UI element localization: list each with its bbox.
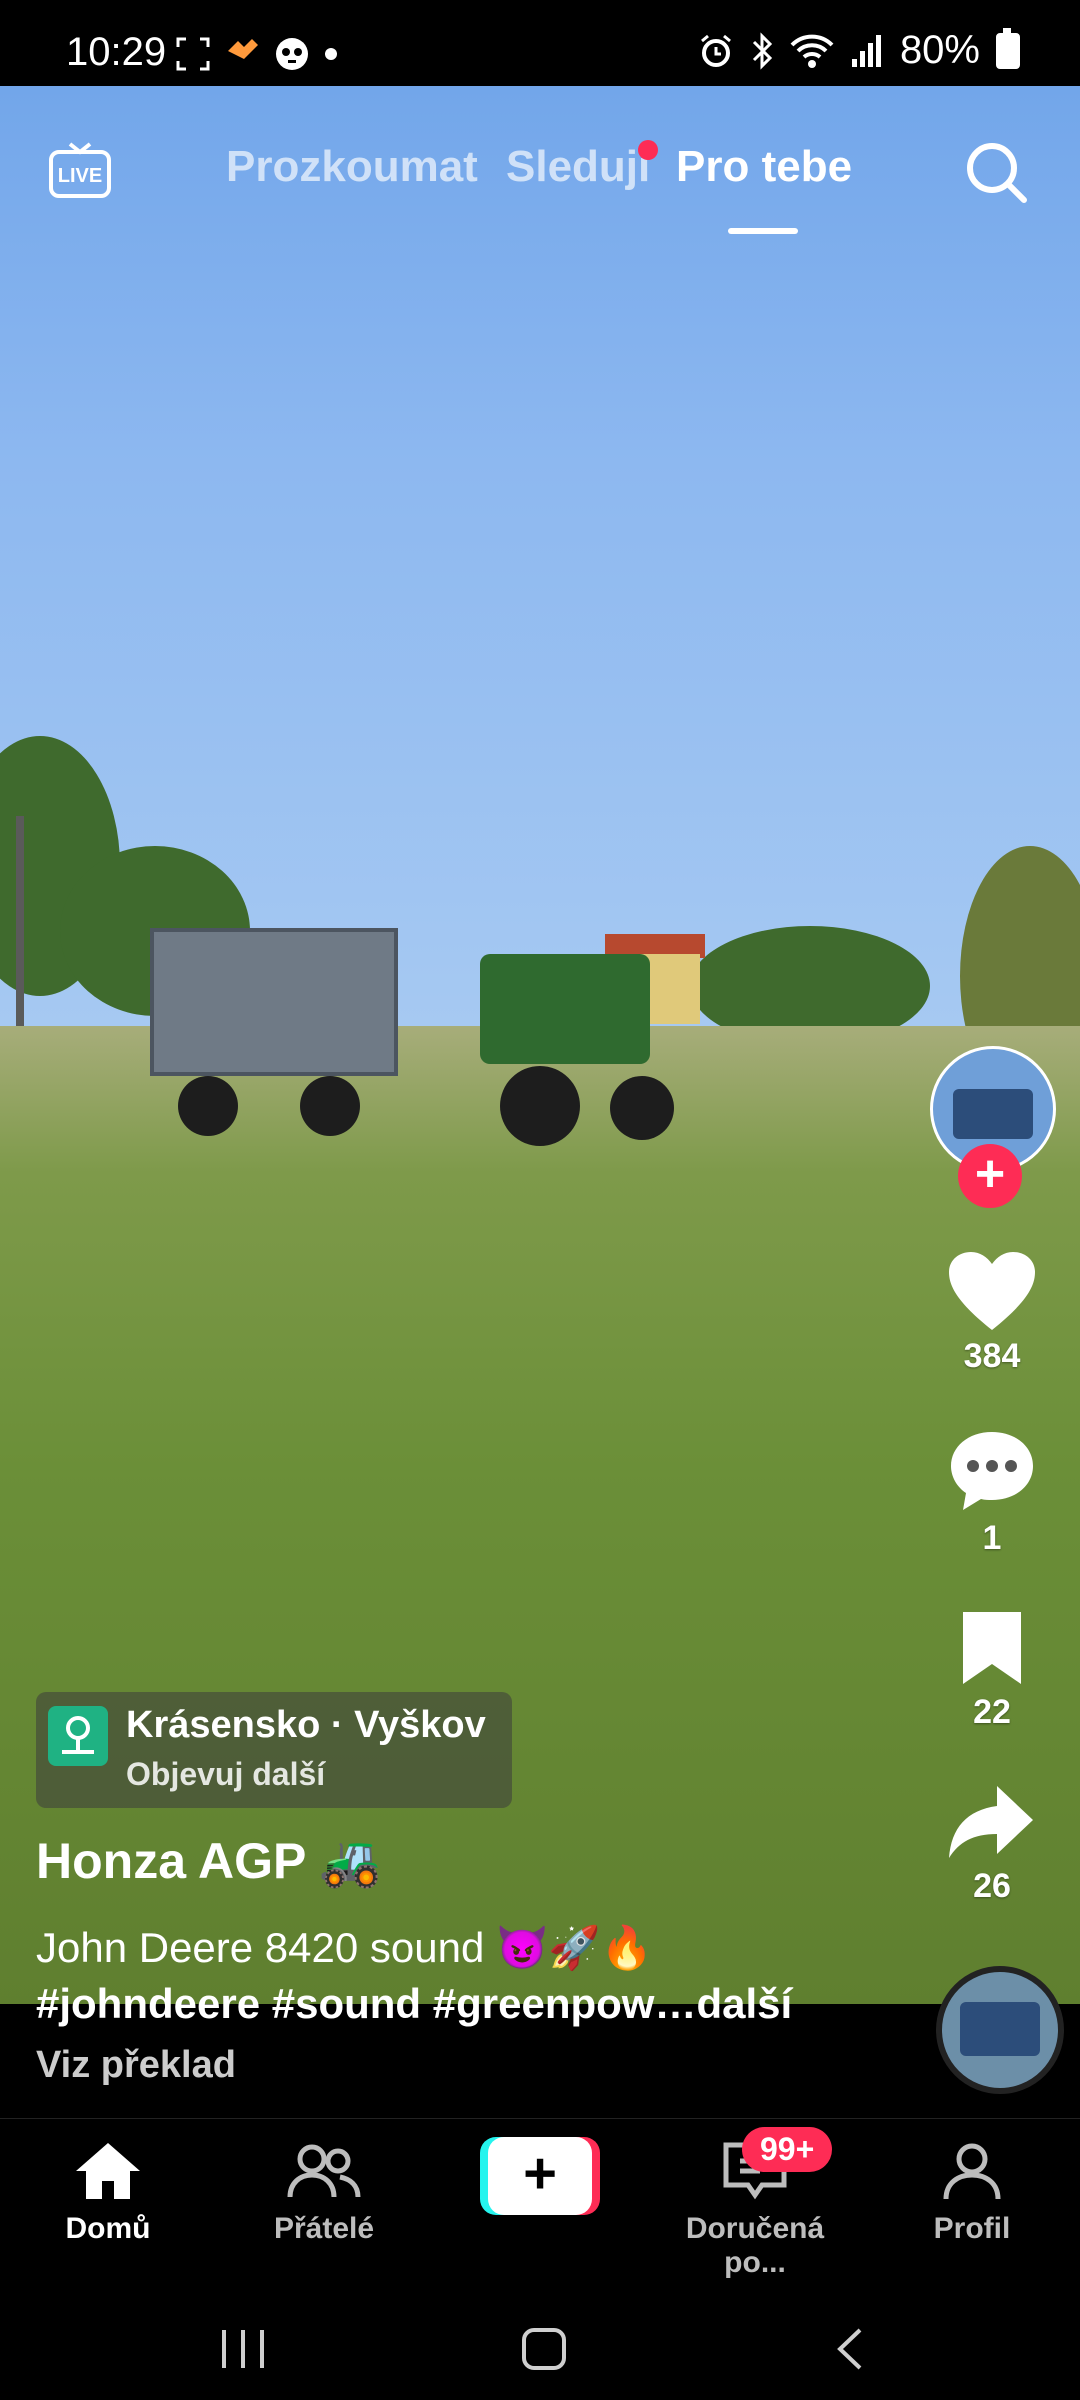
- home-system-icon[interactable]: [520, 2326, 568, 2372]
- system-nav-bar: [0, 2294, 1080, 2400]
- screenshot-icon: [176, 37, 210, 71]
- video-tractor: [480, 954, 650, 1064]
- nav-inbox-label: Doručená po...: [685, 2212, 825, 2279]
- caption-hashtags: #johndeere #sound #greenpow…další: [36, 1976, 856, 2032]
- status-icons-left: [176, 36, 338, 72]
- search-icon[interactable]: [962, 138, 1032, 208]
- nav-profile[interactable]: Profil: [872, 2139, 1072, 2246]
- signal-icon: [851, 34, 881, 67]
- tab-explore[interactable]: Prozkoumat: [226, 142, 478, 192]
- battery-percent: 80%: [899, 28, 980, 72]
- video-wheel: [178, 1076, 238, 1136]
- comment-icon: [951, 1432, 1033, 1510]
- tab-for-you[interactable]: Pro tebe: [676, 142, 852, 192]
- profile-icon: [943, 2143, 1001, 2200]
- wifi-icon: [790, 34, 834, 68]
- comment-count: 1: [982, 1519, 1002, 1557]
- status-icons-right: 80%: [698, 27, 1020, 73]
- live-label: LIVE: [58, 165, 102, 187]
- inbox-badge: 99+: [742, 2127, 833, 2172]
- save-count: 22: [973, 1693, 1011, 1731]
- nav-home[interactable]: Domů: [8, 2139, 208, 2246]
- nav-home-label: Domů: [65, 2212, 151, 2245]
- nav-profile-label: Profil: [933, 2212, 1011, 2245]
- author-name[interactable]: Honza AGP 🚜: [36, 1832, 382, 1891]
- post-caption[interactable]: John Deere 8420 sound 😈🚀🔥 #johndeere #so…: [36, 1920, 856, 2032]
- sound-disc-image: [960, 2002, 1040, 2056]
- share-count: 26: [973, 1867, 1011, 1905]
- back-icon[interactable]: [830, 2324, 870, 2374]
- create-button[interactable]: +: [480, 2137, 600, 2215]
- location-chip[interactable]: Krásensko · Vyškov Objevuj další: [36, 1692, 512, 1808]
- bottom-nav: Domů Přátelé + Doručená po... 99+ Profil: [0, 2118, 1080, 2295]
- map-pin-icon: [48, 1706, 108, 1766]
- status-bar: 10:29 80%: [0, 0, 1080, 86]
- bluetooth-icon: [752, 31, 773, 70]
- plus-icon: +: [488, 2137, 592, 2215]
- comment-button[interactable]: 1: [940, 1428, 1044, 1558]
- panda-icon: [276, 38, 308, 70]
- like-count: 384: [963, 1337, 1021, 1375]
- save-button[interactable]: 22: [940, 1608, 1044, 1732]
- live-icon[interactable]: LIVE: [48, 138, 112, 202]
- heart-icon: [949, 1252, 1035, 1330]
- status-time: 10:29: [66, 30, 167, 74]
- nav-friends[interactable]: Přátelé: [224, 2139, 424, 2246]
- like-button[interactable]: 384: [940, 1250, 1044, 1376]
- bookmark-icon: [963, 1612, 1021, 1684]
- caption-line-1: John Deere 8420 sound 😈🚀🔥: [36, 1924, 653, 1971]
- battery-icon: [996, 27, 1020, 69]
- alarm-icon: [700, 34, 731, 67]
- translate-link[interactable]: Viz překlad: [36, 2044, 236, 2087]
- tab-following[interactable]: Sleduji: [506, 142, 650, 192]
- nav-friends-label: Přátelé: [273, 2212, 375, 2245]
- top-nav: LIVE Prozkoumat Sleduji Pro tebe: [0, 86, 1080, 266]
- caption-more-link[interactable]: další: [696, 1980, 792, 2027]
- location-subtitle: Objevuj další: [126, 1756, 326, 1792]
- active-tab-indicator: [728, 228, 798, 234]
- video-wheel: [500, 1066, 580, 1146]
- video-wheel: [300, 1076, 360, 1136]
- location-title: Krásensko · Vyškov: [126, 1704, 486, 1746]
- follow-button[interactable]: +: [958, 1144, 1022, 1208]
- avatar-image: [953, 1089, 1033, 1139]
- tiktok-heart-icon: [228, 39, 258, 59]
- share-button[interactable]: 26: [940, 1782, 1044, 1906]
- video-trailer: [150, 928, 398, 1076]
- video-wheel: [610, 1076, 674, 1140]
- share-arrow-icon: [949, 1786, 1033, 1858]
- friends-icon: [287, 2144, 361, 2198]
- caption-line-2: #johndeere #sound #greenpow…: [36, 1980, 697, 2027]
- dot-icon: [325, 48, 337, 60]
- sound-disc[interactable]: [936, 1966, 1064, 2094]
- home-icon: [76, 2143, 140, 2199]
- notification-dot: [638, 140, 658, 160]
- recent-apps-icon[interactable]: [218, 2326, 268, 2372]
